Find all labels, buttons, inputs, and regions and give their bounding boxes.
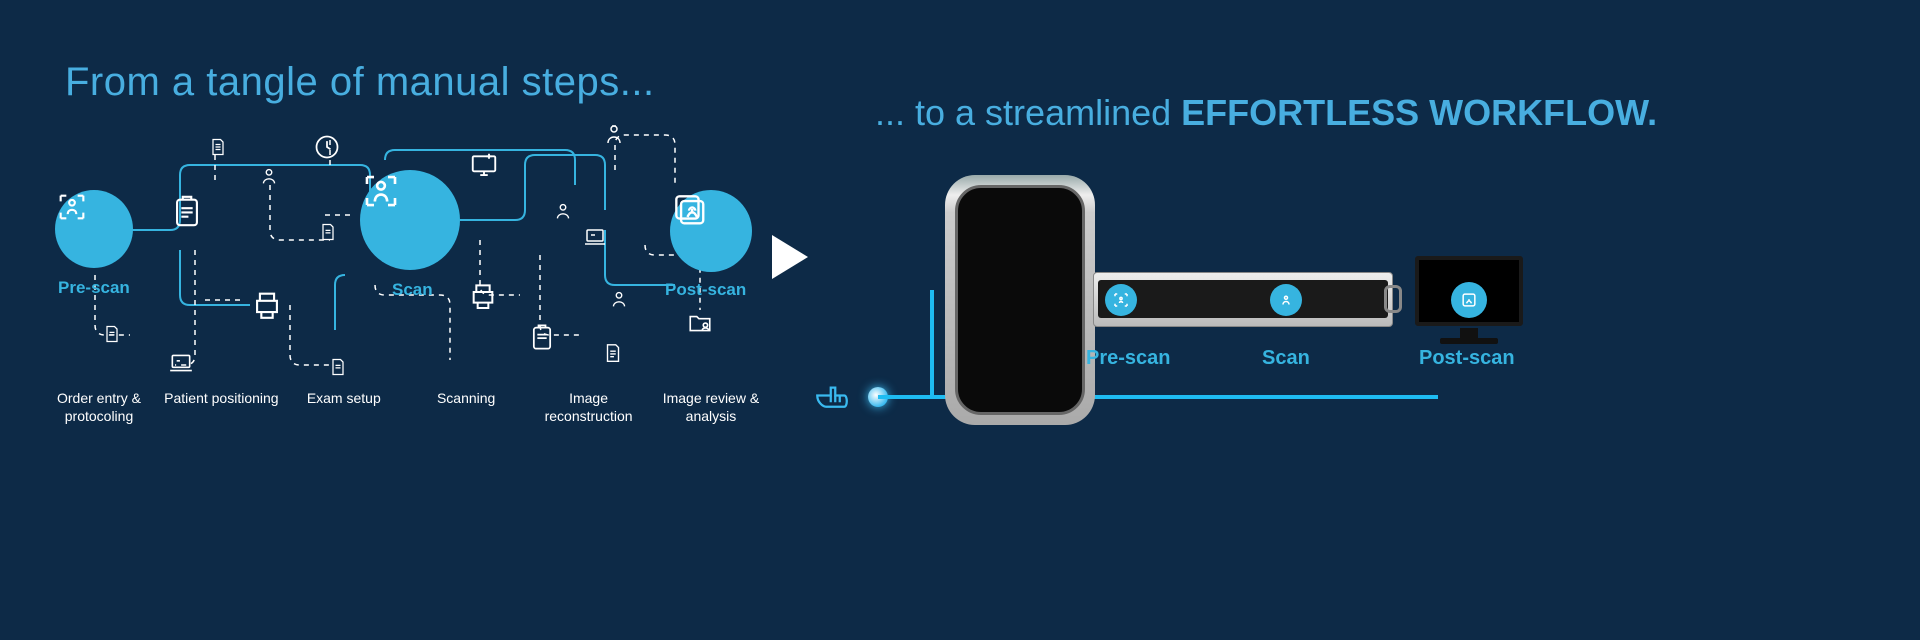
headline-right-prefix: ... to a streamlined [875,92,1181,133]
doctor-icon [602,122,626,148]
folder-user-icon [685,310,715,336]
user-icon [552,200,574,222]
step-scanning: Scanning [407,390,525,425]
clipboard-icon [528,320,556,354]
step-image-review: Image review & analysis [652,390,770,425]
printer-icon [248,288,286,322]
printer-icon [465,280,501,312]
post-scan-circle [670,190,752,272]
scan-label: Scan [392,280,433,300]
clipboard-icon [170,190,204,232]
post-scan-label: Post-scan [665,280,746,300]
document-icon [602,340,624,366]
step-order-entry: Order entry & protocoling [40,390,158,425]
right-post-scan-label: Post-scan [1419,347,1515,370]
scan-circle [360,170,460,270]
step-labels-row: Order entry & protocoling Patient positi… [40,390,770,425]
play-arrow-icon [772,235,808,279]
clock-user-icon [313,133,341,161]
headline-right: ... to a streamlined EFFORTLESS WORKFLOW… [875,92,1657,134]
document-icon [328,355,348,379]
step-patient-positioning: Patient positioning [162,390,280,425]
scanner-gantry-face [955,185,1085,415]
user-icon [608,288,630,310]
step-image-reconstruction: Image reconstruction [530,390,648,425]
scan-mini-circle [1270,284,1302,316]
headline-right-bold: EFFORTLESS WORKFLOW. [1181,92,1657,133]
post-scan-mini-circle [1451,282,1487,318]
document-icon [102,322,122,346]
pre-scan-circle [55,190,133,268]
glow-line-vertical [930,290,934,398]
step-exam-setup: Exam setup [285,390,403,425]
pre-scan-label: Pre-scan [58,278,130,298]
scanner-bed-handle [1384,285,1402,313]
pre-scan-mini-circle [1105,284,1137,316]
laptop-icon [580,225,610,249]
finger-press-icon [815,382,860,417]
headline-left: From a tangle of manual steps... [65,60,655,105]
monitor-medical-icon [468,150,500,180]
right-pre-scan-label: Pre-scan [1086,347,1171,370]
document-icon [208,135,228,159]
right-scan-label: Scan [1262,347,1310,370]
laptop-icon [165,350,197,376]
monitor-base [1440,338,1498,344]
tangle-diagram: Pre-scan Scan Post-scan [40,130,770,430]
user-icon [258,165,280,187]
scanner-bed-surface [1098,280,1388,318]
document-icon [318,220,338,244]
